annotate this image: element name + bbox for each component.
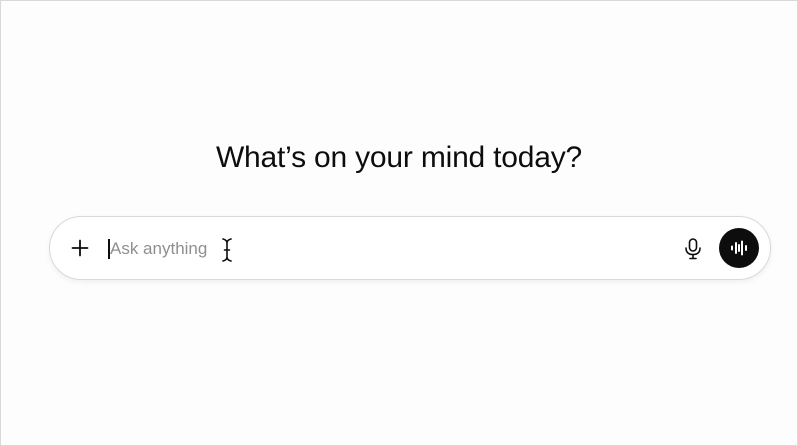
prompt-input[interactable]	[110, 235, 650, 263]
page-title: What’s on your mind today?	[215, 141, 583, 174]
prompt-composer	[49, 216, 771, 280]
chat-home: What’s on your mind today?	[0, 0, 798, 446]
voice-mode-icon	[731, 240, 747, 256]
text-cursor-icon	[222, 238, 232, 262]
dictate-button[interactable]	[682, 237, 704, 261]
add-attachment-button[interactable]	[68, 236, 92, 260]
prompt-input-area	[108, 235, 668, 263]
plus-icon	[71, 239, 89, 257]
microphone-icon	[685, 238, 701, 260]
voice-mode-button[interactable]	[719, 228, 759, 268]
